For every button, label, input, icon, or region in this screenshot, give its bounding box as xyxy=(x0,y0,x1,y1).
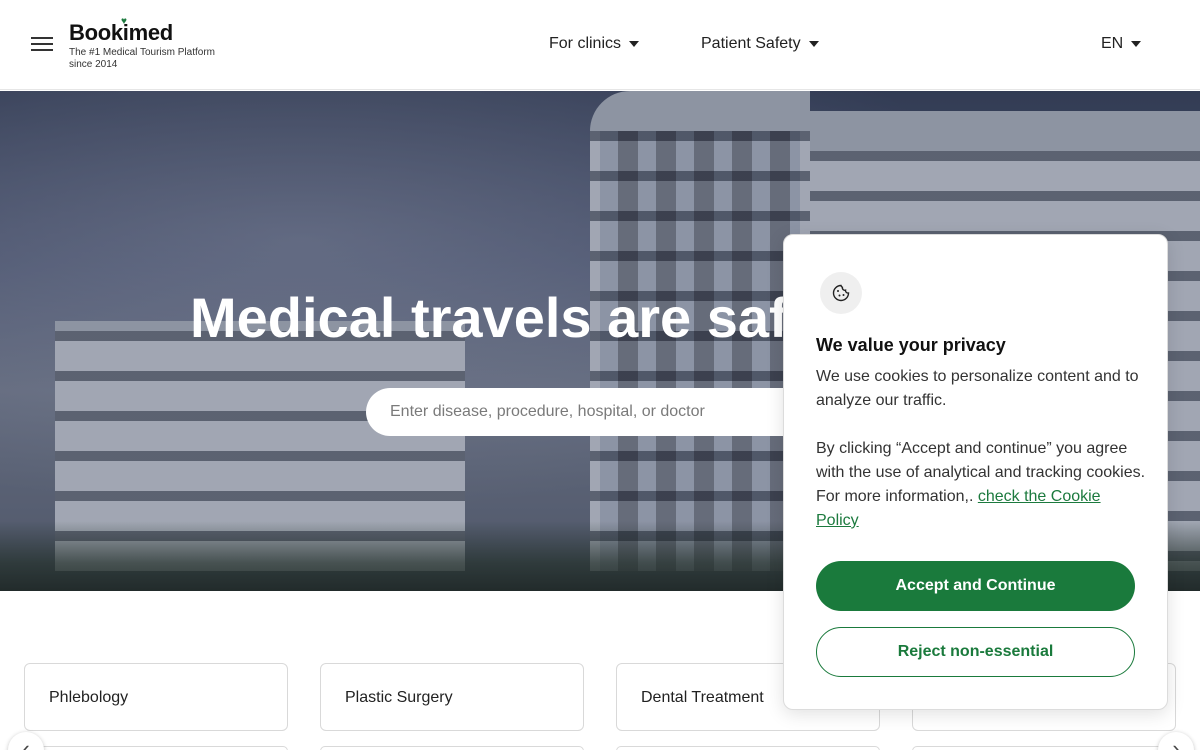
cookie-icon xyxy=(820,272,862,314)
nav-for-clinics[interactable]: For clinics xyxy=(549,35,640,53)
caret-down-icon xyxy=(808,41,819,47)
logo[interactable]: Bookimed ♥ The #1 Medical Tourism Platfo… xyxy=(69,16,219,71)
logo-name: Bookimed ♥ xyxy=(69,16,173,45)
chevron-right-icon[interactable]: › xyxy=(1158,732,1194,750)
caret-down-icon xyxy=(1131,41,1142,47)
category-card-row2[interactable] xyxy=(24,746,288,750)
category-card-row2[interactable] xyxy=(320,746,584,750)
hero-title: Medical travels are safe xyxy=(190,286,819,349)
category-card-row2[interactable] xyxy=(912,746,1176,750)
reject-non-essential-button[interactable]: Reject non-essential xyxy=(816,627,1135,677)
hamburger-menu-icon[interactable] xyxy=(31,37,53,51)
cookie-title: We value your privacy xyxy=(816,335,1006,355)
logo-tagline: The #1 Medical Tourism Platform since 20… xyxy=(69,47,215,70)
cookie-consent-text: By clicking “Accept and continue” you ag… xyxy=(816,440,1146,529)
language-selector[interactable]: EN xyxy=(1101,35,1142,53)
cookie-text: We use cookies to personalize content an… xyxy=(816,368,1139,409)
heart-icon: ♥ xyxy=(121,16,127,27)
site-header: Bookimed ♥ The #1 Medical Tourism Platfo… xyxy=(0,0,1200,90)
chevron-left-icon[interactable]: ‹ xyxy=(8,732,44,750)
caret-down-icon xyxy=(629,41,640,47)
category-card-phlebology[interactable]: Phlebology xyxy=(24,663,288,731)
category-card-plastic-surgery[interactable]: Plastic Surgery xyxy=(320,663,584,731)
category-card-row2[interactable] xyxy=(616,746,880,750)
accept-and-continue-button[interactable]: Accept and Continue xyxy=(816,561,1135,611)
nav-patient-safety[interactable]: Patient Safety xyxy=(701,35,819,53)
cookie-consent-dialog: We value your privacy We use cookies to … xyxy=(783,234,1168,710)
